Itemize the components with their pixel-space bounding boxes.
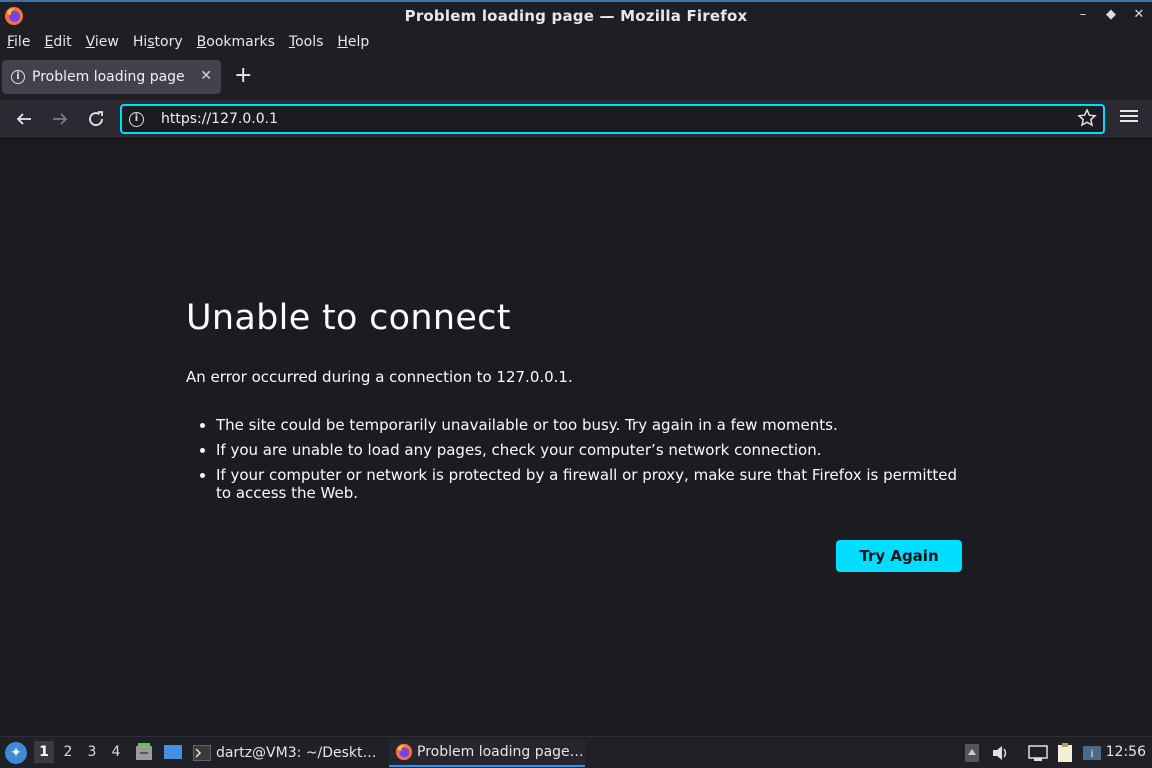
site-info-icon[interactable]: i (129, 111, 144, 127)
window-titlebar: Problem loading page — Mozilla Firefox –… (0, 0, 1152, 30)
bookmark-star-icon[interactable] (1077, 108, 1097, 128)
menu-help[interactable]: Help (337, 34, 369, 50)
clipboard-icon[interactable] (1055, 743, 1075, 763)
task-label: dartz@VM3: ~/Deskt… (216, 745, 377, 761)
reload-button[interactable] (84, 108, 108, 130)
task-label: Problem loading page… (417, 744, 584, 760)
close-window-button[interactable]: ✕ (1132, 7, 1146, 22)
reload-icon (89, 111, 103, 126)
workspace-4[interactable]: 4 (106, 744, 126, 760)
tab-strip: i Problem loading page ✕ + (0, 54, 1152, 100)
task-firefox[interactable]: Problem loading page… (389, 739, 585, 767)
firefox-icon (5, 7, 23, 25)
menu-view[interactable]: View (86, 34, 119, 50)
url-text[interactable]: https://127.0.0.1 (161, 111, 278, 127)
suggestion-item: The site could be temporarily unavailabl… (216, 416, 966, 434)
forward-arrow-icon (53, 113, 68, 125)
error-suggestions: The site could be temporarily unavailabl… (186, 416, 966, 502)
svg-text:i: i (1091, 749, 1094, 760)
task-terminal[interactable]: dartz@VM3: ~/Deskt… (193, 739, 383, 767)
start-menu-icon[interactable]: ✦ (5, 742, 27, 764)
menu-edit[interactable]: Edit (44, 34, 71, 50)
notification-icon[interactable]: i (1082, 743, 1102, 763)
menu-file[interactable]: File (7, 34, 30, 50)
error-container: Unable to connect An error occurred duri… (186, 298, 966, 509)
menu-bar: File Edit View History Bookmarks Tools H… (0, 30, 1152, 54)
error-heading: Unable to connect (186, 298, 511, 338)
taskbar: ✦ 1 2 3 4 dartz@VM3: ~/Deskt… Problem lo… (0, 736, 1152, 768)
back-arrow-icon (16, 113, 31, 125)
suggestion-item: If you are unable to load any pages, che… (216, 441, 966, 459)
menu-history[interactable]: History (133, 34, 183, 50)
workspace-3[interactable]: 3 (82, 744, 102, 760)
tab-problem-loading[interactable]: i Problem loading page ✕ (2, 60, 221, 94)
tray-up-icon[interactable] (964, 743, 980, 763)
menu-tools[interactable]: Tools (289, 34, 324, 50)
file-manager-icon[interactable] (134, 743, 154, 761)
app-menu-button[interactable] (1120, 107, 1138, 125)
workspace-2[interactable]: 2 (58, 744, 78, 760)
nav-bar: i https://127.0.0.1 (0, 100, 1152, 139)
volume-icon[interactable] (991, 743, 1011, 763)
try-again-button[interactable]: Try Again (836, 540, 962, 572)
desktop-icon[interactable] (163, 743, 183, 761)
info-icon: i (11, 70, 25, 84)
suggestion-item: If your computer or network is protected… (216, 466, 966, 502)
clock: 12:56 (1105, 744, 1146, 760)
window-title: Problem loading page — Mozilla Firefox (404, 7, 748, 25)
menu-bookmarks[interactable]: Bookmarks (197, 34, 275, 50)
workspace-1[interactable]: 1 (34, 741, 54, 763)
error-description: An error occurred during a connection to… (186, 368, 573, 386)
minimize-button[interactable]: – (1076, 7, 1090, 22)
page-content: Unable to connect An error occurred duri… (0, 140, 1152, 736)
firefox-icon (395, 743, 413, 761)
forward-button[interactable] (48, 108, 72, 130)
close-tab-icon[interactable]: ✕ (200, 68, 212, 84)
maximize-button[interactable]: ◆ (1104, 7, 1118, 22)
new-tab-button[interactable]: + (234, 64, 252, 88)
tab-label: Problem loading page (32, 69, 185, 85)
url-bar[interactable]: i https://127.0.0.1 (120, 104, 1105, 134)
terminal-icon (193, 745, 211, 761)
back-button[interactable] (12, 108, 36, 130)
network-icon[interactable] (1028, 743, 1048, 763)
